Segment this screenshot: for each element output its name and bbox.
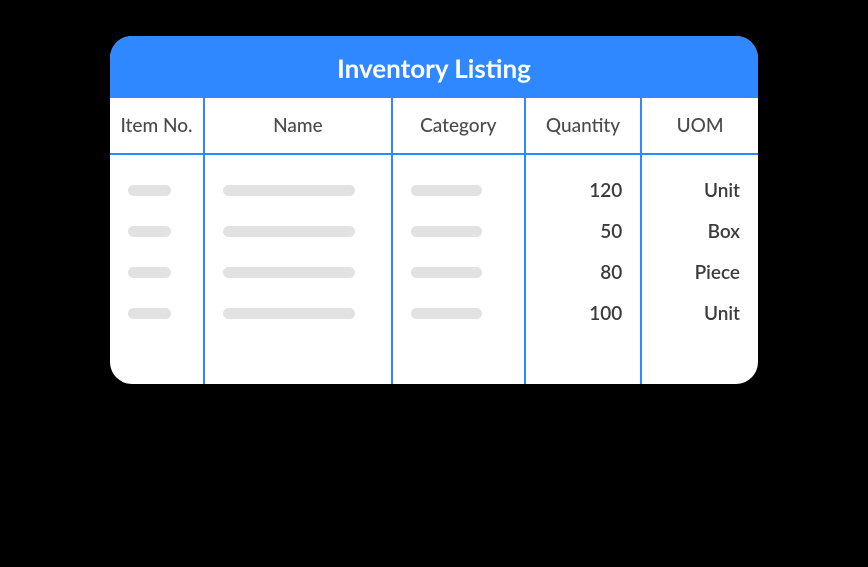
cell-name xyxy=(204,293,392,334)
placeholder-bar xyxy=(411,185,482,196)
cell-name xyxy=(204,170,392,211)
placeholder-bar xyxy=(128,308,171,319)
placeholder-bar xyxy=(223,308,355,319)
cell-uom: Unit xyxy=(641,170,758,211)
table-row: 80 Piece xyxy=(110,252,758,293)
cell-name xyxy=(204,252,392,293)
column-header-name: Name xyxy=(204,98,392,154)
placeholder-bar xyxy=(223,267,355,278)
placeholder-bar xyxy=(128,185,171,196)
spacer-row xyxy=(110,154,758,170)
table-row: 50 Box xyxy=(110,211,758,252)
table-header-row: Item No. Name Category Quantity UOM xyxy=(110,98,758,154)
placeholder-bar xyxy=(411,308,482,319)
placeholder-bar xyxy=(223,185,355,196)
inventory-listing-card: Inventory Listing Item No. Name Category… xyxy=(110,36,758,384)
cell-quantity: 120 xyxy=(525,170,642,211)
cell-name xyxy=(204,211,392,252)
column-header-uom: UOM xyxy=(641,98,758,154)
placeholder-bar xyxy=(128,267,171,278)
column-header-quantity: Quantity xyxy=(525,98,642,154)
cell-category xyxy=(392,170,525,211)
cell-category xyxy=(392,252,525,293)
placeholder-bar xyxy=(411,267,482,278)
inventory-table: Item No. Name Category Quantity UOM 120 … xyxy=(110,98,758,384)
table-row: 100 Unit xyxy=(110,293,758,334)
cell-uom: Unit xyxy=(641,293,758,334)
placeholder-bar xyxy=(128,226,171,237)
cell-quantity: 50 xyxy=(525,211,642,252)
column-header-category: Category xyxy=(392,98,525,154)
cell-item-no xyxy=(110,252,204,293)
table-row: 120 Unit xyxy=(110,170,758,211)
cell-item-no xyxy=(110,170,204,211)
placeholder-bar xyxy=(223,226,355,237)
column-header-item-no: Item No. xyxy=(110,98,204,154)
cell-quantity: 100 xyxy=(525,293,642,334)
cell-category xyxy=(392,211,525,252)
card-title: Inventory Listing xyxy=(110,36,758,98)
cell-item-no xyxy=(110,211,204,252)
placeholder-bar xyxy=(411,226,482,237)
spacer-row xyxy=(110,334,758,384)
cell-uom: Box xyxy=(641,211,758,252)
cell-category xyxy=(392,293,525,334)
cell-uom: Piece xyxy=(641,252,758,293)
cell-item-no xyxy=(110,293,204,334)
cell-quantity: 80 xyxy=(525,252,642,293)
